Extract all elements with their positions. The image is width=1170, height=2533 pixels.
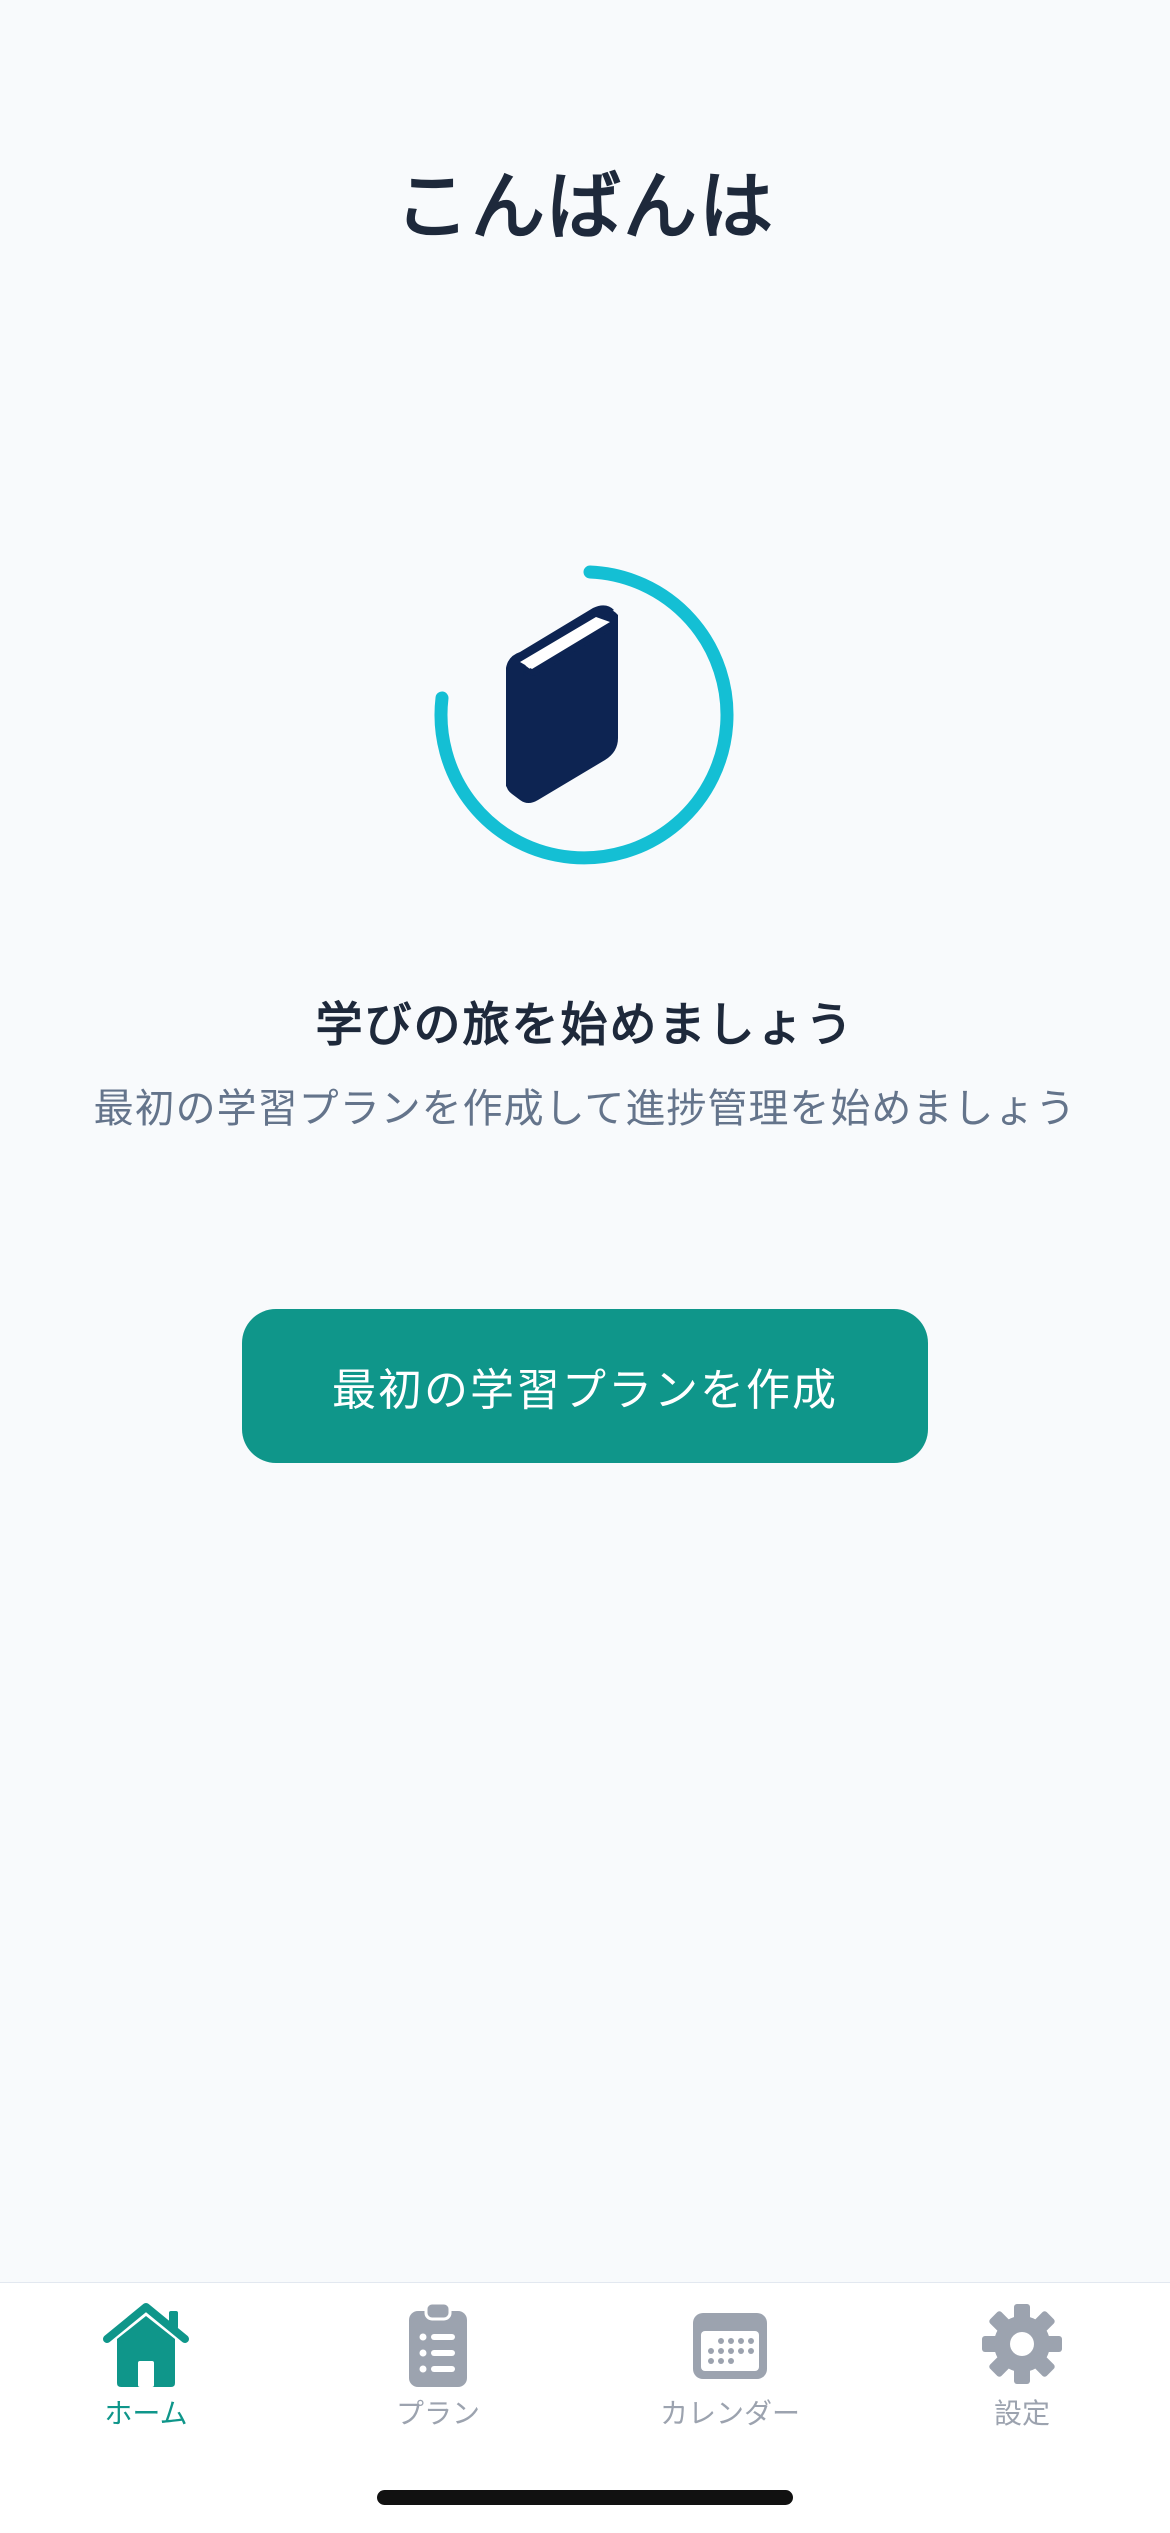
- create-first-plan-button[interactable]: 最初の学習プランを作成: [242, 1309, 928, 1463]
- greeting-title: こんばんは: [395, 164, 775, 250]
- home-icon: [103, 2303, 189, 2387]
- empty-state-message: 最初の学習プランを作成して進捗管理を始めましょう: [93, 1086, 1077, 1132]
- empty-state-title: 学びの旅を始めましょう: [315, 998, 855, 1053]
- gear-icon: [982, 2304, 1062, 2384]
- tab-home[interactable]: ホーム: [0, 2299, 292, 2439]
- home-indicator[interactable]: [377, 2490, 793, 2505]
- tab-calendar[interactable]: カレンダー: [584, 2299, 876, 2439]
- clipboard-list-icon: [409, 2301, 467, 2387]
- tab-calendar-label: カレンダー: [659, 2397, 800, 2430]
- book-icon: [506, 605, 618, 803]
- progress-ring-illustration: [434, 565, 734, 865]
- tab-settings[interactable]: 設定: [876, 2299, 1168, 2439]
- tab-plan[interactable]: プラン: [292, 2299, 584, 2439]
- tab-plan-label: プラン: [395, 2397, 480, 2430]
- tab-home-label: ホーム: [104, 2397, 188, 2430]
- calendar-icon: [693, 2313, 767, 2379]
- tab-settings-label: 設定: [993, 2397, 1050, 2430]
